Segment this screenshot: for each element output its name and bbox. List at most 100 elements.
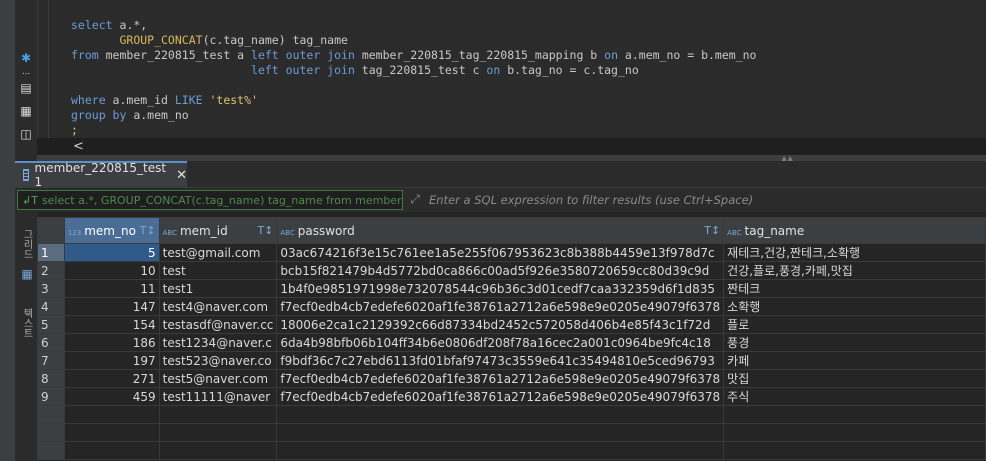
cell-mem-id[interactable]: test1234@naver.c	[158, 333, 278, 352]
table-row[interactable]: 8 271 test5@naver.com f7ecf0edb4cb7edefe602…	[37, 369, 986, 388]
cell-mem-no[interactable]: 271	[63, 369, 160, 388]
column-header-mem-no[interactable]: 123 mem_no T↕	[63, 217, 160, 244]
execute-icon[interactable]: ✱	[18, 50, 34, 66]
table-row[interactable]: 5 154 testasdf@naver.cc 18006e2ca1c2129392c…	[37, 315, 986, 334]
code-line[interactable]: ;	[71, 123, 756, 138]
row-number[interactable]: 4	[37, 297, 65, 316]
cell-password[interactable]: 03ac674216f3e15c761ee1a5e255f067953623c8…	[276, 243, 725, 262]
corner-cell[interactable]	[37, 217, 65, 244]
table-row[interactable]: 3 11 test1 1b4f0e9851971998e732078544c96b36…	[37, 279, 986, 298]
cell-tag-name[interactable]: 맛집	[723, 369, 986, 388]
empty-cell	[37, 441, 65, 460]
sort-filter-icon[interactable]: T↕	[140, 224, 156, 237]
code-line[interactable]: select a.*,	[71, 18, 756, 33]
side-tab-text[interactable]: 텍스트	[18, 300, 34, 346]
code-line[interactable]: from member_220815_test a left outer joi…	[71, 48, 756, 63]
sort-filter-icon[interactable]: T↕	[704, 224, 720, 237]
cell-mem-id[interactable]: test1	[158, 279, 278, 298]
cell-mem-no[interactable]: 10	[63, 261, 160, 280]
cell-password[interactable]: f7ecf0edb4cb7edefe6020af1fe38761a2712a6e…	[276, 369, 725, 388]
cell-mem-id[interactable]: test@gmail.com	[158, 243, 278, 262]
row-number[interactable]: 7	[37, 351, 65, 370]
cell-tag-name[interactable]: 카페	[723, 351, 986, 370]
code-token: a.mem_id	[112, 93, 175, 107]
script-icon[interactable]: ▦	[18, 103, 34, 119]
empty-cell	[37, 405, 65, 424]
cell-password[interactable]: 18006e2ca1c2129392c66d87334bd2452c572058…	[276, 315, 725, 334]
table-row[interactable]: 1 5 test@gmail.com 03ac674216f3e15c761ee1a5…	[37, 243, 986, 262]
cell-tag-name[interactable]: 건강,플로,풍경,카페,맛집	[723, 261, 986, 280]
row-number[interactable]: 2	[37, 261, 65, 280]
sql-code[interactable]: select a.*, GROUP_CONCAT(c.tag_name) tag…	[71, 18, 756, 138]
code-line[interactable]	[71, 78, 756, 93]
cell-password[interactable]: bcb15f821479b4d5772bd0ca866c00ad5f926e35…	[276, 261, 725, 280]
close-icon[interactable]: ✕	[176, 168, 187, 183]
tab-result[interactable]: member_220815_test 1 ✕	[15, 161, 187, 189]
row-number[interactable]: 6	[37, 333, 65, 352]
cell-password[interactable]: f7ecf0edb4cb7edefe6020af1fe38761a2712a6e…	[276, 297, 725, 316]
cell-password[interactable]: f9bdf36c7c27ebd6113fd01bfaf97473c3559e64…	[276, 351, 725, 370]
column-header-tag-name[interactable]: ABC tag_name	[723, 217, 986, 244]
cell-mem-no[interactable]: 459	[63, 387, 160, 406]
cell-mem-id[interactable]: test4@naver.com	[158, 297, 278, 316]
row-number[interactable]: 8	[37, 369, 65, 388]
cell-password[interactable]: f7ecf0edb4cb7edefe6020af1fe38761a2712a6e…	[276, 387, 725, 406]
sql-editor[interactable]: select a.*, GROUP_CONCAT(c.tag_name) tag…	[37, 0, 986, 138]
filter-placeholder[interactable]: Enter a SQL expression to filter results…	[429, 190, 753, 210]
cell-password[interactable]: 1b4f0e9851971998e732078544c96b36c3d01ced…	[276, 279, 725, 298]
row-number[interactable]: 9	[37, 387, 65, 406]
table-row[interactable]: 6 186 test1234@naver.c 6da4b98bfb06b104ff34…	[37, 333, 986, 352]
sort-filter-icon[interactable]: T↕	[257, 224, 273, 237]
filter-icon[interactable]: ↲T	[22, 194, 38, 207]
document-icon[interactable]: ▤	[18, 80, 34, 96]
cell-mem-no[interactable]: 154	[63, 315, 160, 334]
table-row[interactable]: 2 10 test bcb15f821479b4d5772bd0ca866c00ad5…	[37, 261, 986, 280]
cell-mem-no[interactable]: 11	[63, 279, 160, 298]
grid-view-icon[interactable]: ▦	[18, 267, 34, 281]
cell-password[interactable]: 6da4b98bfb06b104ff34b6e0806df208f78a16ce…	[276, 333, 725, 352]
filter-input[interactable]: ↲T select a.*, GROUP_CONCAT(c.tag_name) …	[17, 190, 403, 210]
cell-mem-no[interactable]: 5	[63, 243, 160, 262]
empty-cell	[37, 423, 65, 442]
cell-mem-no[interactable]: 147	[63, 297, 160, 316]
cell-tag-name[interactable]: 풍경	[723, 333, 986, 352]
code-line[interactable]: GROUP_CONCAT(c.tag_name) tag_name	[71, 33, 756, 48]
expand-icon[interactable]: ⤢	[407, 192, 423, 208]
row-number[interactable]: 1	[37, 243, 65, 262]
cell-mem-id[interactable]: test5@naver.com	[158, 369, 278, 388]
code-token: select	[71, 18, 120, 32]
column-label: mem_id	[179, 223, 228, 238]
cell-tag-name[interactable]: 소확행	[723, 297, 986, 316]
table-row[interactable]: 7 197 test523@naver.co f9bdf36c7c27ebd6113f…	[37, 351, 986, 370]
column-header-mem-id[interactable]: ABC mem_id T↕	[158, 217, 278, 244]
code-line[interactable]: left outer join tag_220815_test c on b.t…	[71, 63, 756, 78]
row-number[interactable]: 3	[37, 279, 65, 298]
cell-tag-name[interactable]: 플로	[723, 315, 986, 334]
row-number[interactable]: 5	[37, 315, 65, 334]
column-header-password[interactable]: ABC password T↕	[276, 217, 725, 244]
editor-horizontal-scrollbar[interactable]: <	[37, 138, 986, 155]
table-row[interactable]: 4 147 test4@naver.com f7ecf0edb4cb7edefe602…	[37, 297, 986, 316]
cell-mem-id[interactable]: test523@naver.co	[158, 351, 278, 370]
cell-mem-no[interactable]: 197	[63, 351, 160, 370]
cell-mem-no[interactable]: 186	[63, 333, 160, 352]
scroll-left-icon[interactable]: <	[73, 138, 84, 155]
filter-value[interactable]: select a.*, GROUP_CONCAT(c.tag_name) tag…	[42, 194, 402, 207]
code-token: a.mem_no	[133, 108, 189, 122]
cell-tag-name[interactable]: 짠테크	[723, 279, 986, 298]
explain-icon[interactable]: ◫	[18, 126, 34, 142]
cell-mem-id[interactable]: test	[158, 261, 278, 280]
code-token: GROUP_CONCAT	[119, 33, 203, 47]
cell-mem-id[interactable]: testasdf@naver.cc	[158, 315, 278, 334]
filter-bar: ↲T select a.*, GROUP_CONCAT(c.tag_name) …	[15, 188, 986, 212]
table-row[interactable]: 9 459 test11111@naver f7ecf0edb4cb7edefe602…	[37, 387, 986, 406]
cell-tag-name[interactable]: 주식	[723, 387, 986, 406]
column-label: password	[297, 223, 355, 238]
code-line[interactable]: group by a.mem_no	[71, 108, 756, 123]
cell-tag-name[interactable]: 재테크,건강,짠테크,소확행	[723, 243, 986, 262]
cell-mem-id[interactable]: test11111@naver	[158, 387, 278, 406]
code-line[interactable]: where a.mem_id LIKE 'test%'	[71, 93, 756, 108]
side-tab-grid[interactable]: 그리드	[18, 224, 34, 264]
more-icon[interactable]: ⋯	[18, 65, 34, 81]
tab-label: member_220815_test 1	[34, 161, 167, 189]
